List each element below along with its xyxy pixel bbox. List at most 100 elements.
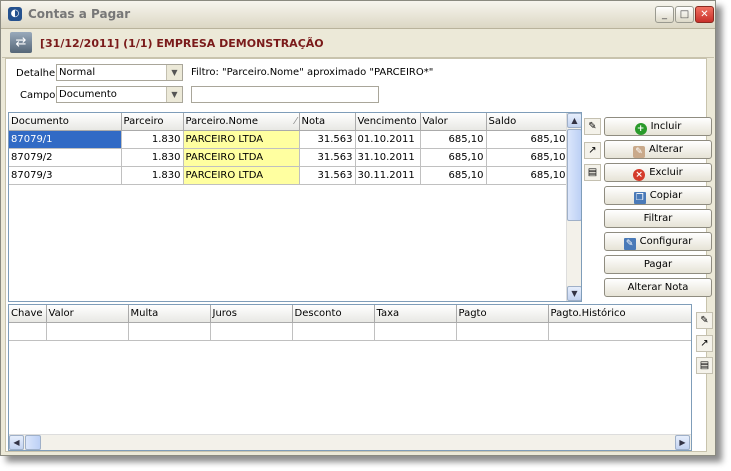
contas-vertical-scrollbar[interactable]: ▲ ▼ xyxy=(566,113,581,301)
scroll-thumb[interactable] xyxy=(25,435,41,450)
sort-indicator-icon: ⁄ xyxy=(294,116,297,127)
copy-icon: ❐ xyxy=(633,192,646,204)
scroll-thumb[interactable] xyxy=(567,129,581,221)
col-chave[interactable]: Chave xyxy=(9,305,47,323)
cell-vencimento[interactable]: 31.10.2011 xyxy=(355,148,421,167)
export-icon[interactable]: ↗ xyxy=(584,142,601,159)
content-panel: Detalhe Normal ▼ Filtro: "Parceiro.Nome"… xyxy=(5,58,707,452)
empty-cell[interactable] xyxy=(46,322,129,341)
filtrar-button[interactable]: Filtrar xyxy=(604,209,712,228)
scroll-right-icon[interactable]: ▶ xyxy=(675,435,690,450)
alterar-button[interactable]: ✎ Alterar xyxy=(604,140,712,159)
col-pagto[interactable]: Pagto xyxy=(456,305,549,323)
cell-parceiro-nome[interactable]: PARCEIRO LTDA xyxy=(183,130,300,149)
cell-saldo[interactable]: 685,10 xyxy=(486,166,569,185)
col-pagto-historico[interactable]: Pagto.Histórico xyxy=(548,305,691,323)
col-valor[interactable]: Valor xyxy=(46,305,129,323)
filtrar-label: Filtrar xyxy=(643,213,673,224)
copiar-label: Copiar xyxy=(649,190,683,201)
col-saldo[interactable]: Saldo xyxy=(486,113,569,131)
company-title: [31/12/2011] (1/1) EMPRESA DEMONSTRAÇÃO xyxy=(40,37,324,50)
minimize-button[interactable]: _ xyxy=(655,6,674,23)
empty-cell[interactable] xyxy=(374,322,457,341)
excluir-label: Excluir xyxy=(649,167,683,178)
excluir-button[interactable]: × Excluir xyxy=(604,163,712,182)
col-valor[interactable]: Valor xyxy=(420,113,487,131)
cell-saldo[interactable]: 685,10 xyxy=(486,148,569,167)
scroll-up-icon[interactable]: ▲ xyxy=(567,113,581,128)
detalhe-select[interactable]: Normal ▼ xyxy=(56,64,183,81)
clear-filter-icon[interactable]: ✎ xyxy=(584,118,601,135)
col-juros[interactable]: Juros xyxy=(210,305,293,323)
pagar-button[interactable]: Pagar xyxy=(604,255,712,274)
detalhe-horizontal-scrollbar[interactable]: ◀ ▶ xyxy=(9,434,691,450)
clear-filter-icon[interactable]: ✎ xyxy=(696,312,713,329)
cell-vencimento[interactable]: 01.10.2011 xyxy=(355,130,421,149)
cell-documento[interactable]: 87079/2 xyxy=(9,148,122,167)
cell-parceiro[interactable]: 1.830 xyxy=(121,148,184,167)
empty-cell[interactable] xyxy=(456,322,549,341)
col-vencimento[interactable]: Vencimento xyxy=(355,113,421,131)
cell-nota[interactable]: 31.563 xyxy=(299,148,356,167)
detalhe-value: Normal xyxy=(59,67,96,78)
cell-valor[interactable]: 685,10 xyxy=(420,166,487,185)
campo-select[interactable]: Documento ▼ xyxy=(56,86,183,103)
empty-cell[interactable] xyxy=(548,322,691,341)
cell-documento[interactable]: 87079/3 xyxy=(9,166,122,185)
copiar-button[interactable]: ❐ Copiar xyxy=(604,186,712,205)
col-nota[interactable]: Nota xyxy=(299,113,356,131)
contas-a-pagar-window: ◐ Contas a Pagar _ □ ✕ ⇄ [31/12/2011] (1… xyxy=(0,0,716,456)
cell-nota[interactable]: 31.563 xyxy=(299,130,356,149)
empty-cell[interactable] xyxy=(210,322,293,341)
detalhe-grid[interactable]: Chave Valor Multa Juros Desconto Taxa Pa… xyxy=(8,304,692,451)
maximize-button[interactable]: □ xyxy=(675,6,694,23)
cell-valor[interactable]: 685,10 xyxy=(420,148,487,167)
print-icon[interactable]: ▤ xyxy=(696,357,713,374)
empty-cell[interactable] xyxy=(9,322,47,341)
cell-nota[interactable]: 31.563 xyxy=(299,166,356,185)
cell-saldo[interactable]: 685,10 xyxy=(486,130,569,149)
export-icon[interactable]: ↗ xyxy=(696,335,713,352)
campo-value: Documento xyxy=(59,89,117,100)
scroll-left-icon[interactable]: ◀ xyxy=(9,435,24,450)
configurar-label: Configurar xyxy=(639,236,693,247)
col-multa[interactable]: Multa xyxy=(128,305,211,323)
table-row[interactable]: 87079/2 1.830 PARCEIRO LTDA 31.563 31.10… xyxy=(9,148,569,167)
contas-grid[interactable]: Documento Parceiro Parceiro.Nome ⁄ Nota V… xyxy=(8,112,582,302)
scroll-down-icon[interactable]: ▼ xyxy=(567,286,581,301)
table-row[interactable]: 87079/1 1.830 PARCEIRO LTDA 31.563 01.10… xyxy=(9,130,569,149)
detalhe-header-row: Chave Valor Multa Juros Desconto Taxa Pa… xyxy=(9,305,691,323)
filter-description: Filtro: "Parceiro.Nome" aproximado "PARC… xyxy=(191,67,434,78)
configurar-button[interactable]: ✎ Configurar xyxy=(604,232,712,251)
cell-valor[interactable]: 685,10 xyxy=(420,130,487,149)
col-desconto[interactable]: Desconto xyxy=(292,305,375,323)
cell-parceiro-nome[interactable]: PARCEIRO LTDA xyxy=(183,148,300,167)
delete-icon: × xyxy=(633,169,646,181)
detalhe-label: Detalhe xyxy=(16,68,56,79)
cell-documento[interactable]: 87079/1 xyxy=(9,130,122,149)
table-row[interactable] xyxy=(9,322,691,341)
close-button[interactable]: ✕ xyxy=(695,6,714,23)
col-parceiro[interactable]: Parceiro xyxy=(121,113,184,131)
alterar-nota-label: Alterar Nota xyxy=(627,282,689,293)
app-icon: ◐ xyxy=(8,7,22,21)
chevron-down-icon[interactable]: ▼ xyxy=(166,65,182,80)
cell-parceiro-nome[interactable]: PARCEIRO LTDA xyxy=(183,166,300,185)
chevron-down-icon[interactable]: ▼ xyxy=(166,87,182,102)
col-documento[interactable]: Documento xyxy=(9,113,122,131)
col-parceiro-nome[interactable]: Parceiro.Nome ⁄ xyxy=(183,113,300,131)
search-input[interactable] xyxy=(191,86,379,103)
pagar-label: Pagar xyxy=(643,259,673,270)
alterar-nota-button[interactable]: Alterar Nota xyxy=(604,278,712,297)
swap-arrows-icon[interactable]: ⇄ xyxy=(10,32,32,53)
cell-vencimento[interactable]: 30.11.2011 xyxy=(355,166,421,185)
print-icon[interactable]: ▤ xyxy=(584,164,601,181)
col-taxa[interactable]: Taxa xyxy=(374,305,457,323)
title-bar[interactable]: ◐ Contas a Pagar _ □ ✕ xyxy=(1,1,715,29)
empty-cell[interactable] xyxy=(128,322,211,341)
empty-cell[interactable] xyxy=(292,322,375,341)
incluir-button[interactable]: + Incluir xyxy=(604,117,712,136)
cell-parceiro[interactable]: 1.830 xyxy=(121,166,184,185)
cell-parceiro[interactable]: 1.830 xyxy=(121,130,184,149)
table-row[interactable]: 87079/3 1.830 PARCEIRO LTDA 31.563 30.11… xyxy=(9,166,569,185)
